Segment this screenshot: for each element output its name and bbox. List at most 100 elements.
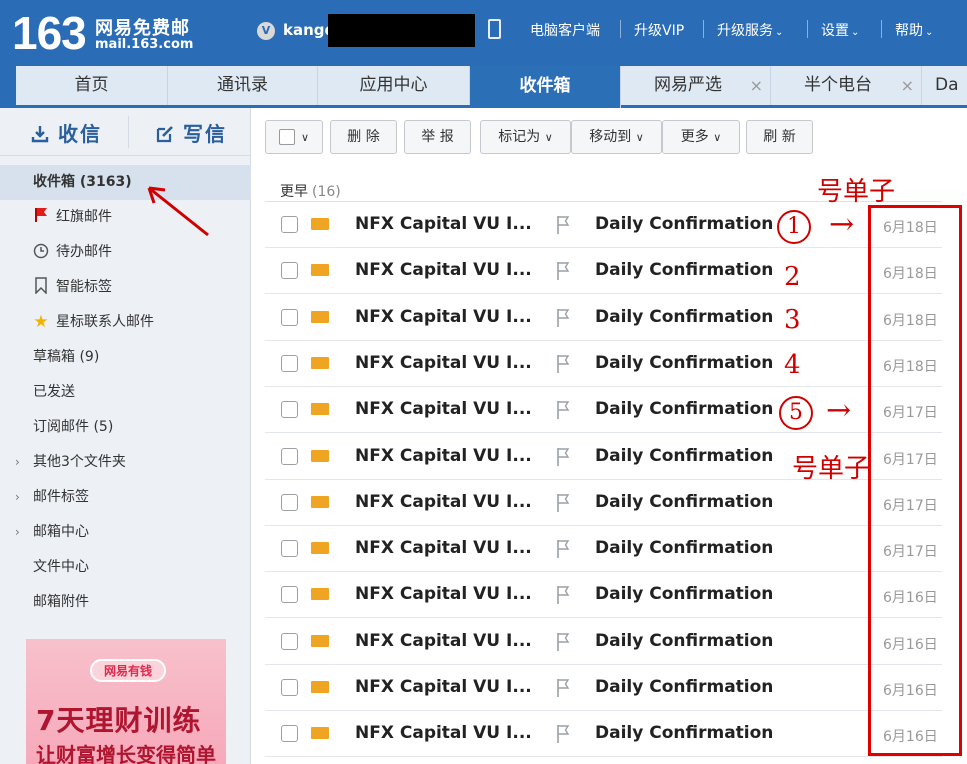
folder-label: 红旗邮件 [56,209,112,225]
folder-sent[interactable]: 已发送 [0,375,251,410]
row-subject[interactable]: Daily Confirmation [595,399,773,419]
mail-row[interactable]: NFX Capital VU I... Daily Confirmation 6月1… [265,341,942,387]
select-all-dropdown[interactable]: ∨ [265,120,323,154]
tab-label: 半个电台 [804,75,872,95]
flag-icon[interactable] [556,447,570,467]
folder-subscriptions[interactable]: 订阅邮件 (5) [0,410,251,445]
flag-icon[interactable] [556,400,570,420]
row-sender[interactable]: NFX Capital VU I... [355,631,532,651]
tab-overflow[interactable]: Da [922,66,967,105]
row-checkbox[interactable] [281,586,298,603]
row-checkbox[interactable] [281,401,298,418]
row-checkbox[interactable] [281,216,298,233]
flag-icon[interactable] [556,261,570,281]
row-subject[interactable]: Daily Confirmation [595,492,773,512]
tab-inbox[interactable]: 收件箱 [470,66,621,108]
row-sender[interactable]: NFX Capital VU I... [355,584,532,604]
mail-row[interactable]: NFX Capital VU I... Daily Confirmation 6月1… [265,619,942,665]
row-checkbox[interactable] [281,633,298,650]
folder-drafts[interactable]: 草稿箱 (9) [0,340,251,375]
folder-smart-tags[interactable]: 智能标签 [0,270,251,305]
flag-icon[interactable] [556,354,570,374]
row-sender[interactable]: NFX Capital VU I... [355,723,532,743]
row-subject[interactable]: Daily Confirmation [595,446,773,466]
row-sender[interactable]: NFX Capital VU I... [355,353,532,373]
folder-mail-center[interactable]: › 邮箱中心 [0,515,251,550]
row-sender[interactable]: NFX Capital VU I... [355,307,532,327]
mail-row[interactable]: NFX Capital VU I... Daily Confirmation 6月1… [265,295,942,341]
row-subject[interactable]: Daily Confirmation [595,631,773,651]
tab-contacts[interactable]: 通讯录 [168,66,318,105]
move-to-dropdown[interactable]: 移动到 ∨ [571,120,662,154]
row-subject[interactable]: Daily Confirmation [595,723,773,743]
row-checkbox[interactable] [281,309,298,326]
close-icon[interactable]: × [750,66,763,105]
row-checkbox[interactable] [281,262,298,279]
mail-row[interactable]: NFX Capital VU I... Daily Confirmation 6月1… [265,526,942,572]
select-all-checkbox[interactable] [278,129,295,145]
row-subject[interactable]: Daily Confirmation [595,584,773,604]
row-checkbox[interactable] [281,448,298,465]
tab-home[interactable]: 首页 [16,66,168,105]
tab-radio[interactable]: 半个电台 × [771,66,922,105]
flag-icon[interactable] [556,493,570,513]
more-dropdown[interactable]: 更多 ∨ [662,120,740,154]
row-subject[interactable]: Daily Confirmation [595,307,773,327]
row-subject[interactable]: Daily Confirmation [595,214,773,234]
row-sender[interactable]: NFX Capital VU I... [355,446,532,466]
nav-desktop-client[interactable]: 电脑客户端 [530,20,600,40]
flag-icon[interactable] [556,215,570,235]
mail-row[interactable]: NFX Capital VU I... Daily Confirmation 6月1… [265,665,942,711]
row-checkbox[interactable] [281,725,298,742]
delete-button[interactable]: 删 除 [330,120,397,154]
vip-badge-icon[interactable]: V [257,22,275,40]
row-sender[interactable]: NFX Capital VU I... [355,399,532,419]
mail-row[interactable]: NFX Capital VU I... Daily Confirmation 6月1… [265,480,942,526]
flag-icon[interactable] [556,308,570,328]
phone-icon[interactable] [488,19,501,39]
receive-label: 收信 [57,122,102,146]
row-subject[interactable]: Daily Confirmation [595,538,773,558]
row-sender[interactable]: NFX Capital VU I... [355,677,532,697]
ad-banner[interactable]: 网易有钱 7天理财训练 让财富增长变得简单 [26,639,226,764]
mail-row[interactable]: NFX Capital VU I... Daily Confirmation 6月1… [265,248,942,294]
logo-number[interactable]: 163 [12,6,87,60]
flag-icon[interactable] [556,724,570,744]
flag-icon[interactable] [556,678,570,698]
flag-icon[interactable] [556,632,570,652]
row-subject[interactable]: Daily Confirmation [595,677,773,697]
nav-upgrade-service[interactable]: 升级服务 ⌄ [717,20,783,40]
nav-settings[interactable]: 设置 ⌄ [821,20,859,40]
compose-button[interactable]: 写信 [156,118,227,147]
row-checkbox[interactable] [281,540,298,557]
mail-row[interactable]: NFX Capital VU I... Daily Confirmation 6月1… [265,711,942,757]
move-to-label: 移动到 [589,129,632,145]
row-sender[interactable]: NFX Capital VU I... [355,492,532,512]
row-sender[interactable]: NFX Capital VU I... [355,260,532,280]
row-checkbox[interactable] [281,355,298,372]
tab-app-center[interactable]: 应用中心 [318,66,470,105]
folder-attachments[interactable]: 邮箱附件 [0,585,251,620]
row-checkbox[interactable] [281,679,298,696]
refresh-button[interactable]: 刷 新 [746,120,813,154]
mark-as-dropdown[interactable]: 标记为 ∨ [480,120,571,154]
flag-icon[interactable] [556,539,570,559]
flag-icon[interactable] [556,585,570,605]
row-subject[interactable]: Daily Confirmation [595,260,773,280]
folder-file-center[interactable]: 文件中心 [0,550,251,585]
row-sender[interactable]: NFX Capital VU I... [355,214,532,234]
folder-starred-contacts[interactable]: ★ 星标联系人邮件 [0,305,251,340]
tab-yanxuan[interactable]: 网易严选 × [621,66,771,105]
nav-help[interactable]: 帮助 ⌄ [895,20,933,40]
close-icon[interactable]: × [901,66,914,105]
report-button[interactable]: 举 报 [404,120,471,154]
row-sender[interactable]: NFX Capital VU I... [355,538,532,558]
mail-row[interactable]: NFX Capital VU I... Daily Confirmation 6月1… [265,572,942,618]
row-subject[interactable]: Daily Confirmation [595,353,773,373]
nav-upgrade-vip[interactable]: 升级VIP [634,20,684,40]
folder-mail-tags[interactable]: › 邮件标签 [0,480,251,515]
receive-button[interactable]: 收信 [31,118,102,147]
download-icon [31,126,49,143]
row-checkbox[interactable] [281,494,298,511]
folder-other-folders[interactable]: › 其他3个文件夹 [0,445,251,480]
